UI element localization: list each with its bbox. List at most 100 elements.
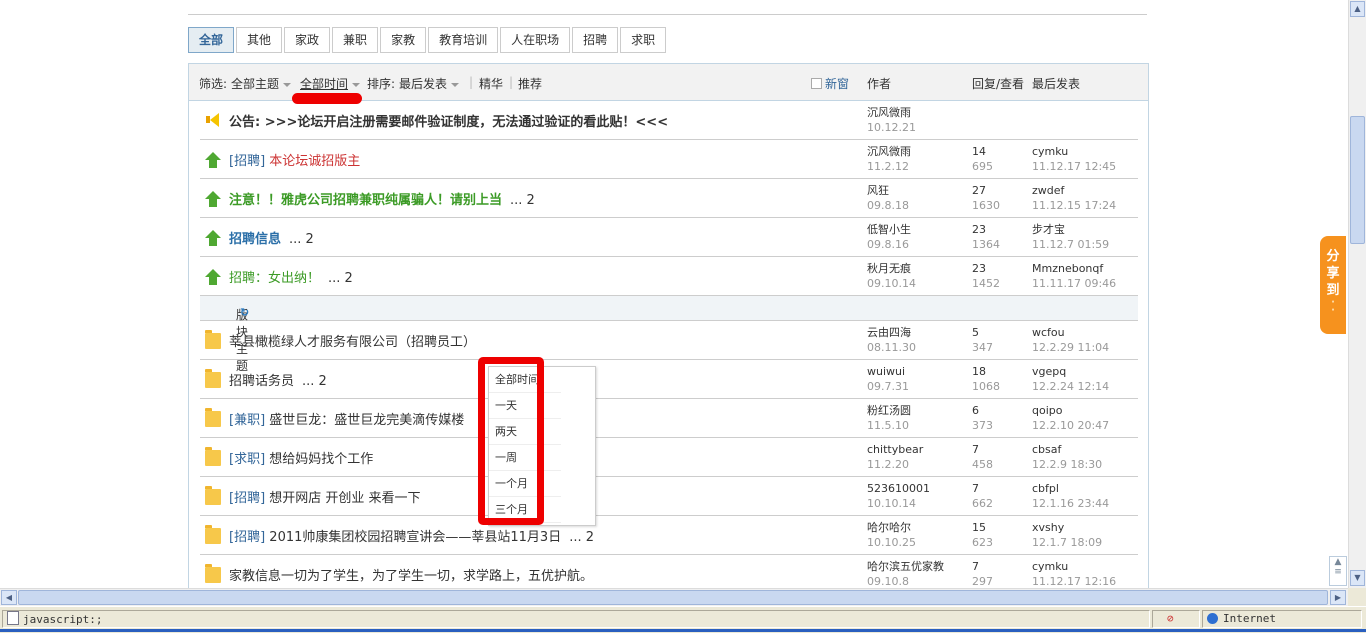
thread-title[interactable]: 家教信息一切为了学生，为了学生一切，求学路上，五优护航。 <box>229 569 593 584</box>
thread-tag[interactable]: [招聘] <box>229 154 265 169</box>
filter-bar: 筛选: 全部主题 全部时间 排序: 最后发表 | 精华 | 推荐 新窗 作者 回… <box>189 64 1148 104</box>
tab-housekeeping[interactable]: 家政 <box>284 27 331 53</box>
page-link[interactable]: ... 2 <box>302 374 327 389</box>
thread-author: chittybear 11.2.20 <box>867 442 923 472</box>
last-user[interactable]: wcfou <box>1032 326 1065 339</box>
author-name[interactable]: 云由四海 <box>867 326 911 339</box>
thread-author: 沉风微雨 11.2.12 <box>867 144 911 174</box>
page-link[interactable]: ... 2 <box>328 271 353 286</box>
author-name[interactable]: 哈尔滨五优家教 <box>867 560 944 573</box>
last-user[interactable]: Mmznebonqf <box>1032 262 1103 275</box>
scroll-up-button[interactable]: ▲ <box>1350 1 1365 17</box>
author-name[interactable]: wuiwui <box>867 365 905 378</box>
last-time[interactable]: 11.11.17 09:46 <box>1032 277 1116 290</box>
thread-title[interactable]: 莘县橄榄绿人才服务有限公司（招聘员工） <box>229 335 476 350</box>
thread-tag[interactable]: [招聘] <box>229 530 265 545</box>
tab-workplace[interactable]: 人在职场 <box>500 27 571 53</box>
scrollbar-corner <box>1348 588 1366 606</box>
thread-title[interactable]: 本论坛诚招版主 <box>269 154 360 169</box>
topic-filter[interactable]: 全部主题 <box>231 75 292 92</box>
new-window-toggle[interactable]: 新窗 <box>811 75 849 92</box>
thread-tag[interactable]: [招聘] <box>229 491 265 506</box>
last-time[interactable]: 12.1.16 23:44 <box>1032 497 1109 510</box>
vertical-scroll-thumb[interactable] <box>1350 116 1365 244</box>
page-link[interactable]: ... 2 <box>510 193 535 208</box>
horizontal-scroll-thumb[interactable] <box>18 590 1328 605</box>
view-count: 695 <box>972 160 993 173</box>
vertical-scrollbar[interactable]: ▲ ▼ <box>1348 0 1366 588</box>
thread-stats: 15 623 <box>972 520 993 550</box>
time-filter[interactable]: 全部时间 <box>300 75 361 92</box>
last-time[interactable]: 11.12.17 12:16 <box>1032 575 1116 588</box>
tab-parttime[interactable]: 兼职 <box>332 27 379 53</box>
author-name[interactable]: 风狂 <box>867 184 889 197</box>
thread-last-post: vgepq 12.2.24 12:14 <box>1032 364 1109 394</box>
last-time[interactable]: 12.2.24 12:14 <box>1032 380 1109 393</box>
last-time[interactable]: 12.2.9 18:30 <box>1032 458 1102 471</box>
scroll-left-button[interactable]: ◀ <box>1 590 17 605</box>
author-name[interactable]: 沉风微雨 <box>867 106 911 119</box>
blocked-icon[interactable]: ⊘ <box>1167 612 1174 625</box>
thread-tag[interactable]: [兼职] <box>229 413 265 428</box>
last-user[interactable]: zwdef <box>1032 184 1064 197</box>
last-time[interactable]: 12.2.29 11:04 <box>1032 341 1109 354</box>
tab-all[interactable]: 全部 <box>188 27 235 53</box>
author-name[interactable]: 秋月无痕 <box>867 262 911 275</box>
new-window-checkbox[interactable] <box>811 78 822 89</box>
thread-subject: [招聘] 2011帅康集团校园招聘宣讲会——莘县站11月3日 ... 2 <box>229 526 594 545</box>
last-user[interactable]: cbfpl <box>1032 482 1059 495</box>
page-link[interactable]: ... 2 <box>289 232 314 247</box>
page-link[interactable]: ... 2 <box>569 530 594 545</box>
author-name[interactable]: 523610001 <box>867 482 930 495</box>
tab-jobseek[interactable]: 求职 <box>620 27 667 53</box>
last-user[interactable]: cbsaf <box>1032 443 1061 456</box>
author-name[interactable]: 低智小生 <box>867 223 911 236</box>
new-window-label: 新窗 <box>825 77 850 91</box>
thread-title[interactable]: 招聘：女出纳！ <box>229 271 320 286</box>
last-user[interactable]: 步才宝 <box>1032 223 1065 236</box>
thread-last-post: qoipo 12.2.10 20:47 <box>1032 403 1109 433</box>
share-button[interactable]: 分 享 到 · · <box>1320 236 1346 334</box>
scroll-down-button[interactable]: ▼ <box>1350 570 1365 586</box>
scroll-right-button[interactable]: ▶ <box>1330 590 1346 605</box>
announcement-subject[interactable]: 公告: >>>论坛开启注册需要邮件验证制度，无法通过验证的看此贴！<<< <box>229 111 668 130</box>
last-user[interactable]: qoipo <box>1032 404 1062 417</box>
last-user[interactable]: cymku <box>1032 145 1068 158</box>
last-time[interactable]: 11.12.17 12:45 <box>1032 160 1116 173</box>
thread-title[interactable]: 招聘信息 <box>229 232 281 247</box>
last-user[interactable]: cymku <box>1032 560 1068 573</box>
last-user[interactable]: vgepq <box>1032 365 1066 378</box>
thread-list: 筛选: 全部主题 全部时间 排序: 最后发表 | 精华 | 推荐 新窗 作者 回… <box>188 63 1149 588</box>
tab-education[interactable]: 教育培训 <box>428 27 499 53</box>
digest-filter[interactable]: 精华 <box>479 75 503 92</box>
tab-recruit[interactable]: 招聘 <box>572 27 619 53</box>
chevron-down-icon <box>451 82 460 87</box>
last-time[interactable]: 11.12.7 01:59 <box>1032 238 1109 251</box>
tab-tutoring[interactable]: 家教 <box>380 27 427 53</box>
thread-title[interactable]: 想开网店 开创业 来看一下 <box>269 491 420 506</box>
refresh-icon[interactable]: ↻ <box>240 306 249 319</box>
tab-other[interactable]: 其他 <box>236 27 283 53</box>
author-name[interactable]: 粉红汤圆 <box>867 404 911 417</box>
thread-author: 低智小生 09.8.16 <box>867 222 911 252</box>
thread-title[interactable]: 注意！！雅虎公司招聘兼职纯属骗人！请别上当 <box>229 193 502 208</box>
last-user[interactable]: xvshy <box>1032 521 1064 534</box>
thread-title[interactable]: 想给妈妈找个工作 <box>269 452 373 467</box>
thread-tag[interactable]: [求职] <box>229 452 265 467</box>
thread-title[interactable]: 招聘话务员 <box>229 374 294 389</box>
recommend-filter[interactable]: 推荐 <box>518 75 542 92</box>
thread-title[interactable]: 2011帅康集团校园招聘宣讲会——莘县站11月3日 <box>269 530 561 545</box>
author-name[interactable]: 沉风微雨 <box>867 145 911 158</box>
horizontal-scrollbar[interactable]: ◀ ▶ <box>0 588 1348 607</box>
back-to-top-button[interactable]: ▲ ≡ <box>1329 556 1347 586</box>
post-date: 09.8.16 <box>867 238 909 251</box>
author-name[interactable]: chittybear <box>867 443 923 456</box>
author-name[interactable]: 哈尔哈尔 <box>867 521 911 534</box>
announcement-text[interactable]: >>>论坛开启注册需要邮件验证制度，无法通过验证的看此贴！<<< <box>265 115 668 130</box>
sort-select[interactable]: 最后发表 <box>399 75 460 92</box>
last-time[interactable]: 11.12.15 17:24 <box>1032 199 1116 212</box>
chevron-down-icon <box>352 82 361 87</box>
last-time[interactable]: 12.2.10 20:47 <box>1032 419 1109 432</box>
thread-title[interactable]: 盛世巨龙：盛世巨龙完美滴传媒楼 <box>269 413 464 428</box>
last-time[interactable]: 12.1.7 18:09 <box>1032 536 1102 549</box>
